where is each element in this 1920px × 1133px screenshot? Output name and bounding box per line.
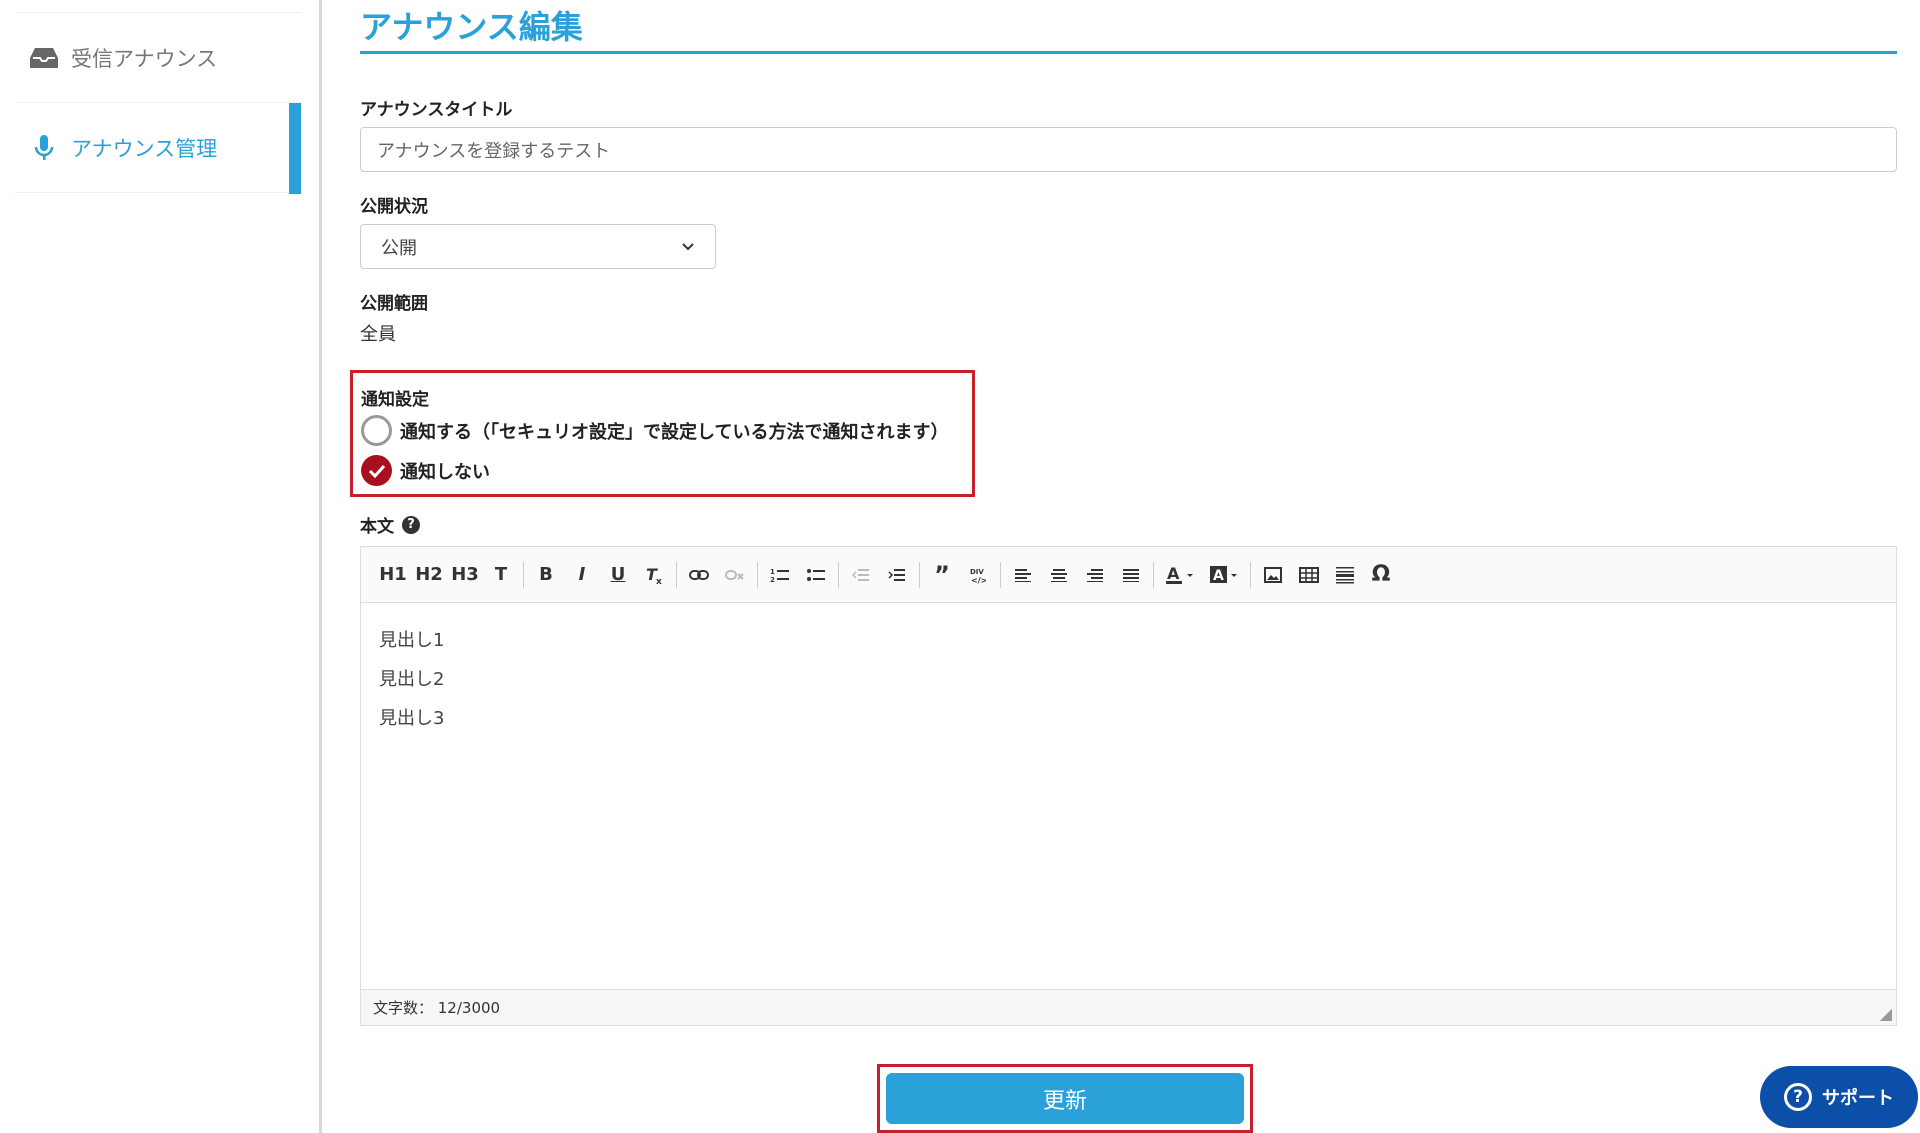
toolbar-separator: [1153, 561, 1154, 588]
image-icon[interactable]: [1255, 557, 1291, 593]
toolbar-separator: [1250, 561, 1251, 588]
toolbar-separator: [838, 561, 839, 588]
main-content: アナウンス編集 アナウンスタイトル アナウンスを登録するテスト 公開状況 公開 …: [350, 0, 1897, 1133]
page-title: アナウンス編集: [360, 0, 1897, 54]
editor-line: 見出し1: [379, 630, 445, 651]
sidebar: 受信アナウンス アナウンス管理: [0, 0, 322, 1133]
notify-option-off-label: 通知しない: [400, 461, 490, 483]
status-select[interactable]: 公開: [360, 224, 716, 269]
notify-option-on-label: 通知する（「セキュリオ設定」で設定している方法で通知されます）: [400, 421, 949, 443]
link-icon[interactable]: [681, 557, 717, 593]
code-block-icon[interactable]: DIV </>: [960, 557, 996, 593]
microphone-icon: [29, 133, 59, 163]
rich-text-editor: H1 H2 H3 T B I U Tx 12 ” DIV </> A A Ω 見…: [360, 546, 1897, 1026]
toolbar-separator: [523, 561, 524, 588]
radio-checked[interactable]: [361, 455, 392, 486]
update-button[interactable]: 更新: [886, 1073, 1244, 1124]
toolbar-separator: [1000, 561, 1001, 588]
svg-text:</>: </>: [971, 576, 986, 584]
bullet-list-icon[interactable]: [798, 557, 834, 593]
svg-text:DIV: DIV: [970, 568, 984, 576]
check-icon: [368, 464, 385, 478]
editor-line: 見出し2: [379, 669, 445, 690]
svg-text:2: 2: [770, 576, 775, 583]
body-field-label: 本文 ?: [360, 512, 420, 537]
heading3-button[interactable]: H3: [447, 557, 483, 593]
chevron-down-icon: [681, 236, 695, 257]
toolbar-separator: [919, 561, 920, 588]
outdent-icon[interactable]: [843, 557, 879, 593]
active-indicator: [289, 103, 301, 194]
notify-option-off[interactable]: 通知しない: [361, 455, 490, 486]
editor-line: 見出し3: [379, 708, 445, 729]
sidebar-item-announce-manage[interactable]: アナウンス管理: [15, 102, 301, 194]
sidebar-item-inbox[interactable]: 受信アナウンス: [15, 12, 301, 103]
notify-settings-box: 通知設定 通知する（「セキュリオ設定」で設定している方法で通知されます） 通知し…: [350, 370, 975, 497]
inbox-icon: [29, 43, 59, 73]
sidebar-item-label: 受信アナウンス: [71, 46, 218, 71]
special-character-icon[interactable]: Ω: [1363, 557, 1399, 593]
scope-value: 全員: [360, 324, 396, 345]
update-button-highlight: 更新: [877, 1064, 1253, 1133]
radio-unchecked[interactable]: [361, 415, 392, 446]
clear-format-icon[interactable]: Tx: [636, 557, 672, 593]
italic-button[interactable]: I: [564, 557, 600, 593]
ordered-list-icon[interactable]: 12: [762, 557, 798, 593]
bold-button[interactable]: B: [528, 557, 564, 593]
status-select-value: 公開: [381, 237, 417, 259]
background-color-icon[interactable]: A: [1202, 557, 1246, 593]
notify-option-on[interactable]: 通知する（「セキュリオ設定」で設定している方法で通知されます）: [361, 415, 948, 446]
char-count: 文字数： 12/3000: [373, 999, 501, 1017]
underline-button[interactable]: U: [600, 557, 636, 593]
svg-text:x: x: [656, 577, 662, 585]
toolbar-separator: [757, 561, 758, 588]
editor-toolbar: H1 H2 H3 T B I U Tx 12 ” DIV </> A A Ω: [361, 547, 1896, 603]
support-label: サポート: [1822, 1088, 1894, 1109]
toolbar-separator: [676, 561, 677, 588]
body-label-text: 本文: [360, 517, 394, 537]
sidebar-item-label: アナウンス管理: [71, 136, 218, 161]
font-color-icon[interactable]: A: [1158, 557, 1202, 593]
horizontal-rule-icon[interactable]: [1327, 557, 1363, 593]
support-button[interactable]: ? サポート: [1760, 1066, 1918, 1128]
unlink-icon[interactable]: [717, 557, 753, 593]
svg-text:A: A: [1213, 568, 1224, 584]
svg-text:A: A: [1167, 565, 1180, 583]
indent-icon[interactable]: [879, 557, 915, 593]
title-input[interactable]: アナウンスを登録するテスト: [360, 127, 1897, 172]
question-circle-icon: ?: [1784, 1083, 1812, 1111]
text-style-button[interactable]: T: [483, 557, 519, 593]
blockquote-icon[interactable]: ”: [924, 557, 960, 593]
align-justify-icon[interactable]: [1113, 557, 1149, 593]
page: 受信アナウンス アナウンス管理 アナウンス編集 アナウンスタイトル アナウンスを…: [0, 0, 1920, 1133]
title-field-label: アナウンスタイトル: [360, 100, 513, 120]
scope-field-label: 公開範囲: [360, 294, 428, 314]
status-field-label: 公開状況: [360, 197, 428, 217]
help-icon[interactable]: ?: [402, 515, 420, 534]
table-icon[interactable]: [1291, 557, 1327, 593]
align-right-icon[interactable]: [1077, 557, 1113, 593]
heading2-button[interactable]: H2: [411, 557, 447, 593]
align-center-icon[interactable]: [1041, 557, 1077, 593]
align-left-icon[interactable]: [1005, 557, 1041, 593]
resize-handle-icon[interactable]: [1880, 1009, 1892, 1021]
heading1-button[interactable]: H1: [375, 557, 411, 593]
editor-status-bar: 文字数： 12/3000: [361, 989, 1896, 1025]
editor-content[interactable]: 見出し1 見出し2 見出し3: [361, 603, 1896, 756]
notify-field-label: 通知設定: [361, 390, 429, 410]
svg-text:1: 1: [770, 568, 775, 576]
